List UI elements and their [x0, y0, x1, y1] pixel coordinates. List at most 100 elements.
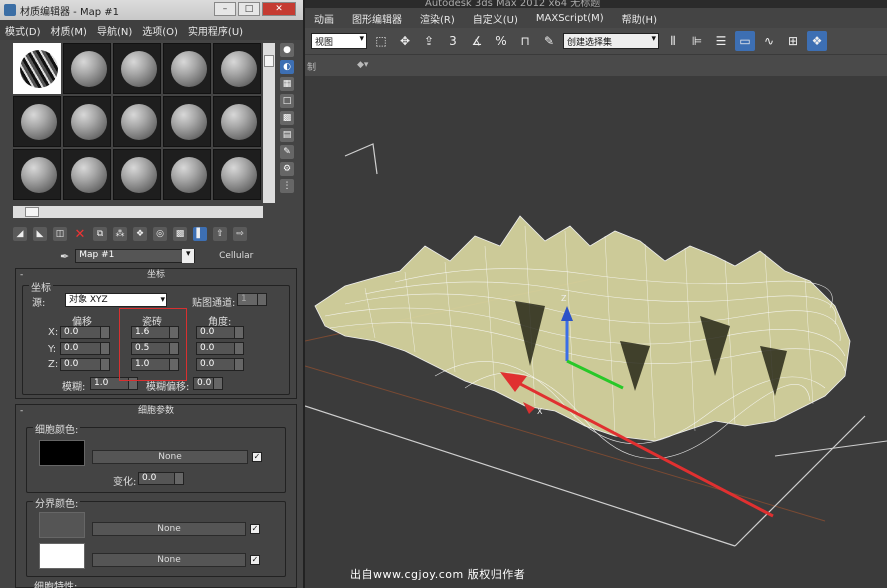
- close-button[interactable]: ✕: [262, 2, 296, 16]
- reset-map-icon[interactable]: ✕: [73, 227, 87, 242]
- editor-menu-item[interactable]: 选项(O): [137, 23, 183, 38]
- sample-slot[interactable]: [163, 149, 211, 200]
- sample-slot[interactable]: [113, 149, 161, 200]
- division-color-1-checkbox[interactable]: ✓: [250, 524, 260, 534]
- sample-slot[interactable]: [163, 96, 211, 147]
- variation-spinner[interactable]: 0.0: [138, 472, 184, 485]
- slots-vertical-scrollbar[interactable]: [263, 43, 275, 203]
- move-icon[interactable]: ✥: [395, 31, 415, 51]
- slots-horizontal-scrollbar[interactable]: [13, 206, 263, 218]
- layer-manager-icon[interactable]: ☰: [711, 31, 731, 51]
- make-unique-icon[interactable]: ⁂: [113, 227, 127, 241]
- backlight-icon[interactable]: ◐: [280, 60, 294, 74]
- editor-menu-item[interactable]: 导航(N): [92, 23, 137, 38]
- sample-slot[interactable]: [63, 96, 111, 147]
- app-menu-item[interactable]: 动画: [305, 11, 343, 26]
- material-effects-channel-icon[interactable]: ◎: [153, 227, 167, 241]
- blur-offset-spinner[interactable]: 0.0: [193, 377, 223, 390]
- assign-to-selection-icon[interactable]: ◫: [53, 227, 67, 241]
- named-selection-set-dropdown[interactable]: 创建选择集: [563, 33, 659, 49]
- angle-snap-icon[interactable]: ∡: [467, 31, 487, 51]
- select-by-material-icon[interactable]: ⚙: [280, 162, 294, 176]
- graphite-tools-icon[interactable]: ▭: [735, 31, 755, 51]
- division-color-1-map-button[interactable]: None: [92, 522, 246, 536]
- offset-y-spinner[interactable]: 0.0: [60, 342, 110, 355]
- sample-slot[interactable]: [113, 43, 161, 94]
- reference-coordinate-dropdown[interactable]: 视图: [311, 33, 367, 49]
- edit-named-selection-icon[interactable]: ✎: [539, 31, 559, 51]
- material-editor-icon[interactable]: ❖: [807, 31, 827, 51]
- sample-slot[interactable]: [213, 149, 261, 200]
- editor-menu-item[interactable]: 模式(D): [0, 23, 46, 38]
- material-map-navigator-icon[interactable]: ⋮: [280, 179, 294, 193]
- editor-menu-item[interactable]: 实用程序(U): [183, 23, 248, 38]
- options-icon[interactable]: ✎: [280, 145, 294, 159]
- copy-material-icon[interactable]: ⧉: [93, 227, 107, 241]
- source-label: 源:: [32, 298, 46, 309]
- go-to-parent-icon[interactable]: ⇧: [213, 227, 227, 241]
- go-forward-sibling-icon[interactable]: ⇨: [233, 227, 247, 241]
- cell-color-map-checkbox[interactable]: ✓: [252, 452, 262, 462]
- sample-slot[interactable]: [13, 149, 61, 200]
- sample-slot[interactable]: [113, 96, 161, 147]
- division-color-2-map-button[interactable]: None: [92, 553, 246, 567]
- put-to-scene-icon[interactable]: ◣: [33, 227, 47, 241]
- sample-uv-icon[interactable]: □: [280, 94, 294, 108]
- show-map-in-viewport-icon[interactable]: ▩: [173, 227, 187, 241]
- schematic-view-icon[interactable]: ⊞: [783, 31, 803, 51]
- sample-slot[interactable]: [213, 43, 261, 94]
- editor-toolbar: ◢ ◣ ◫ ✕ ⧉ ⁂ ❖ ◎ ▩ ▌ ⇧ ⇨: [13, 225, 298, 243]
- make-preview-icon[interactable]: ▤: [280, 128, 294, 142]
- background-icon[interactable]: ▦: [280, 77, 294, 91]
- spinner-snap-icon[interactable]: ⊓: [515, 31, 535, 51]
- division-color-2-checkbox[interactable]: ✓: [250, 555, 260, 565]
- source-dropdown[interactable]: 对象 XYZ: [65, 293, 167, 307]
- curve-editor-icon[interactable]: ∿: [759, 31, 779, 51]
- sample-slot[interactable]: [163, 43, 211, 94]
- cell-color-swatch[interactable]: [39, 440, 85, 466]
- sample-type-icon[interactable]: ●: [280, 43, 294, 57]
- app-menu-item[interactable]: 帮助(H): [613, 11, 666, 26]
- angle-z-spinner[interactable]: 0.0: [196, 358, 244, 371]
- sample-slot[interactable]: [63, 43, 111, 94]
- collapse-icon[interactable]: -: [20, 405, 23, 417]
- coordinates-rollout-header[interactable]: - 坐标: [16, 269, 296, 281]
- app-menu-item[interactable]: 图形编辑器: [343, 11, 411, 26]
- offset-x-spinner[interactable]: 0.0: [60, 326, 110, 339]
- collapse-icon[interactable]: -: [20, 269, 23, 281]
- sample-slot[interactable]: [13, 96, 61, 147]
- angle-y-spinner[interactable]: 0.0: [196, 342, 244, 355]
- percent-snap-icon[interactable]: %: [491, 31, 511, 51]
- sample-slot[interactable]: [213, 96, 261, 147]
- place-icon[interactable]: ⇪: [419, 31, 439, 51]
- video-color-check-icon[interactable]: ▩: [280, 111, 294, 125]
- cellular-rollout-header[interactable]: - 细胞参数: [16, 405, 296, 417]
- map-channel-spinner[interactable]: 1: [237, 293, 267, 306]
- sample-slot[interactable]: [63, 149, 111, 200]
- editor-menu-item[interactable]: 材质(M): [46, 23, 92, 38]
- show-end-result-icon[interactable]: ▌: [193, 227, 207, 241]
- maximize-button[interactable]: □: [238, 2, 260, 16]
- map-name-field[interactable]: Map #1: [75, 249, 196, 263]
- select-and-link-icon[interactable]: ⬚: [371, 31, 391, 51]
- cell-color-map-button[interactable]: None: [92, 450, 248, 464]
- y-axis-label: Y:: [48, 344, 57, 355]
- app-menu-item[interactable]: 自定义(U): [464, 11, 527, 26]
- pick-material-icon[interactable]: ✒: [60, 250, 69, 263]
- snap-3-icon[interactable]: 3: [443, 31, 463, 51]
- mirror-icon[interactable]: ⫴: [663, 31, 683, 51]
- minimize-button[interactable]: –: [214, 2, 236, 16]
- app-menu-item[interactable]: MAXScript(M): [527, 13, 613, 24]
- active-sample-slot[interactable]: [13, 43, 61, 94]
- put-to-library-icon[interactable]: ❖: [133, 227, 147, 241]
- offset-z-spinner[interactable]: 0.0: [60, 358, 110, 371]
- app-menu-item[interactable]: 渲染(R): [411, 11, 464, 26]
- division-color-1-swatch[interactable]: [39, 512, 85, 538]
- map-type-button[interactable]: Cellular: [201, 251, 271, 261]
- align-icon[interactable]: ⊫: [687, 31, 707, 51]
- get-material-icon[interactable]: ◢: [13, 227, 27, 241]
- angle-x-spinner[interactable]: 0.0: [196, 326, 244, 339]
- perspective-viewport[interactable]: X Z: [305, 76, 887, 588]
- ribbon-dropdown-icon[interactable]: ◆▾: [357, 60, 368, 70]
- division-color-2-swatch[interactable]: [39, 543, 85, 569]
